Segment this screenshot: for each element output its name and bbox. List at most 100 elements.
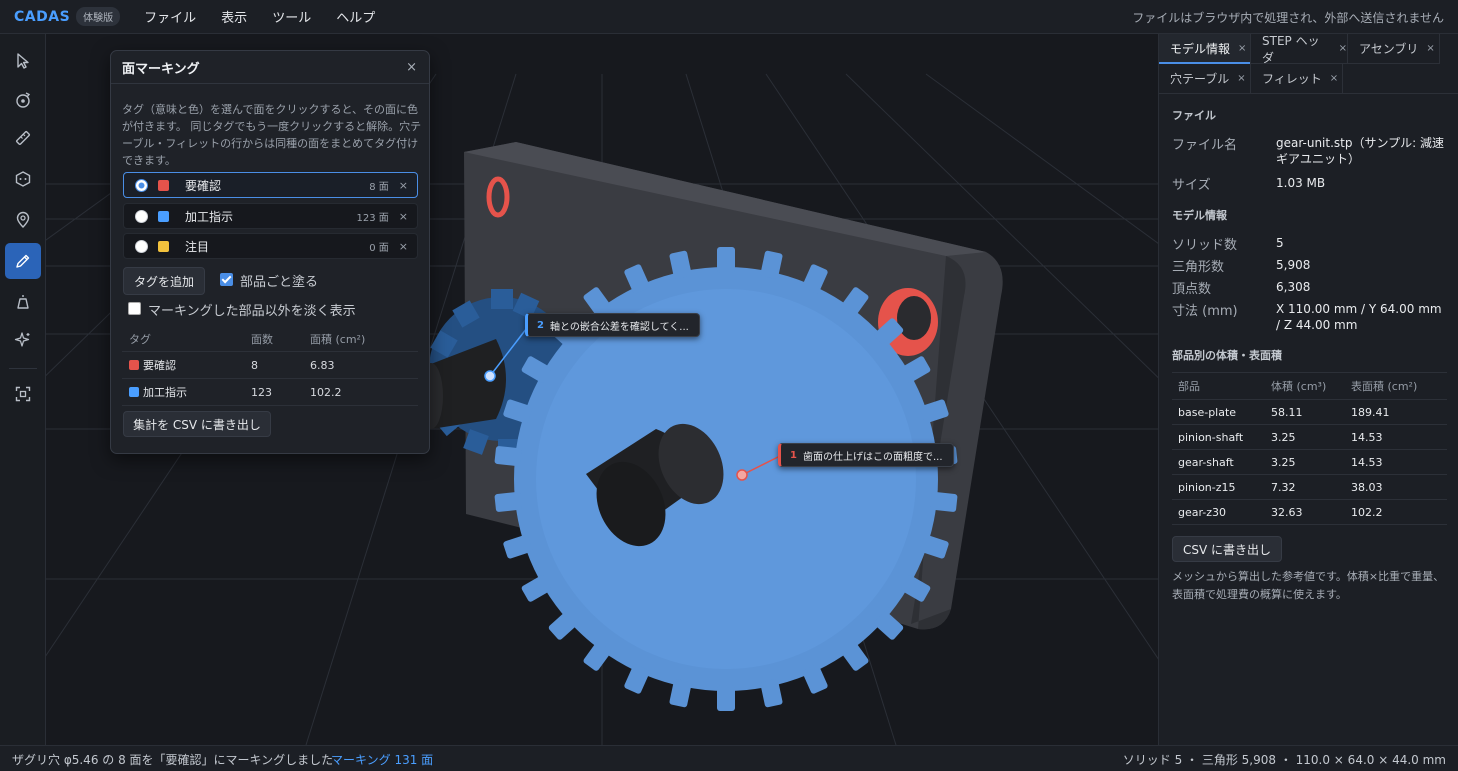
callout-text: 歯面の仕上げはこの面粗度で... (802, 451, 943, 463)
callout-anchor-1 (736, 469, 748, 481)
add-tag-button[interactable]: タグを追加 (123, 267, 205, 295)
draft-icon[interactable] (5, 284, 41, 320)
remove-tag-icon[interactable]: × (399, 179, 408, 192)
row-faces: 8 (251, 358, 258, 372)
tag-radio[interactable] (135, 209, 148, 223)
tag-radio[interactable] (135, 239, 148, 253)
header-part: 部品 (1178, 380, 1200, 393)
part-volume: 3.25 (1271, 455, 1296, 469)
annotation-callout-2[interactable]: 2 軸との嵌合公差を確認してく... (525, 313, 700, 337)
close-tab-icon[interactable]: × (1238, 43, 1246, 54)
select-icon[interactable] (5, 43, 41, 79)
row-tag: 加工指示 (143, 386, 187, 399)
tab-model-info[interactable]: モデル情報 × (1159, 34, 1251, 64)
size-value: 1.03 MB (1276, 176, 1326, 190)
callout-number: 1 (790, 449, 797, 461)
tag-row-attention[interactable]: 注目 0 面 × (123, 233, 418, 259)
menu-view[interactable]: 表示 (221, 7, 264, 26)
gear-tooth (717, 685, 735, 711)
panel-title: 面マーキング (122, 61, 200, 77)
tag-row-needs-review[interactable]: 要確認 8 面 × (123, 172, 418, 198)
part-volume: 7.32 (1271, 480, 1296, 494)
tag-name: 加工指示 (185, 209, 234, 224)
part-area: 14.53 (1351, 455, 1383, 469)
menu-help[interactable]: ヘルプ (336, 7, 392, 26)
app-logo: CADAS (14, 8, 71, 25)
triangles-label: 三角形数 (1172, 260, 1225, 275)
annotation-callout-1[interactable]: 1 歯面の仕上げはこの面粗度で... (778, 443, 954, 467)
model-section-title: モデル情報 (1172, 209, 1227, 222)
csv-export-button[interactable]: CSV に書き出し (1172, 536, 1282, 562)
tag-color-swatch (158, 210, 169, 222)
marking-count-link[interactable]: マーキング 131 面 (331, 751, 433, 768)
menu-bar: CADAS 体験版 ファイル 表示 ツール ヘルプ ファイルはブラウザ内で処理さ… (0, 0, 1458, 34)
part-volume: 58.11 (1271, 405, 1303, 419)
tag-color-swatch (129, 387, 139, 397)
size-label: サイズ (1172, 178, 1211, 193)
export-summary-csv-button[interactable]: 集計を CSV に書き出し (123, 411, 271, 437)
remove-tag-icon[interactable]: × (399, 210, 408, 223)
model-stats: ソリッド 5 ・ 三角形 5,908 ・ 110.0 × 64.0 × 44.0… (1122, 753, 1446, 767)
tag-radio[interactable] (135, 178, 148, 192)
tag-summary-table: タグ 面数 面積 (cm²) 要確認 8 6.83 加工指示 123 102.2 (122, 326, 418, 406)
marker-icon[interactable] (5, 243, 41, 279)
row-faces: 123 (251, 385, 272, 399)
dimensions-value: X 110.00 mm / Y 64.00 mm / Z 44.00 mm (1276, 302, 1442, 332)
tag-row-machining[interactable]: 加工指示 123 面 × (123, 203, 418, 229)
table-row[interactable]: base-plate 58.11 189.41 (1172, 400, 1447, 425)
menu-tools[interactable]: ツール (272, 7, 328, 26)
close-tab-icon[interactable]: × (1237, 73, 1245, 84)
table-row[interactable]: gear-z30 32.63 102.2 (1172, 500, 1447, 525)
tag-name: 注目 (185, 239, 210, 254)
gear-tooth (717, 247, 735, 273)
dimensions-label: 寸法 (mm) (1172, 304, 1238, 319)
trial-badge: 体験版 (76, 7, 121, 26)
tab-hole-table[interactable]: 穴テーブル × (1159, 64, 1251, 94)
gear-tooth (494, 491, 522, 512)
part-name: pinion-shaft (1178, 430, 1244, 444)
ruler-icon[interactable] (5, 120, 41, 156)
pin-icon[interactable] (5, 202, 41, 238)
vertices-label: 頂点数 (1172, 282, 1212, 297)
callout-text: 軸との嵌合公差を確認してく... (549, 321, 689, 333)
table-row[interactable]: pinion-shaft 3.25 14.53 (1172, 425, 1447, 450)
vertices-value: 6,308 (1276, 280, 1311, 294)
file-name-label: ファイル名 (1172, 138, 1238, 153)
part-volume: 3.25 (1271, 430, 1296, 444)
triangles-value: 5,908 (1276, 258, 1311, 272)
menu-file[interactable]: ファイル (144, 7, 213, 26)
paint-by-part-checkbox[interactable] (220, 273, 233, 286)
tab-assembly[interactable]: アセンブリ × (1348, 34, 1440, 64)
part-area: 38.03 (1351, 480, 1383, 494)
fade-others-checkbox[interactable] (128, 302, 141, 315)
row-tag: 要確認 (143, 359, 176, 372)
table-row: 要確認 8 6.83 (122, 352, 418, 379)
solids-label: ソリッド数 (1172, 238, 1238, 253)
solids-value: 5 (1276, 236, 1284, 250)
remove-tag-icon[interactable]: × (399, 240, 408, 253)
fit-view-icon[interactable] (5, 376, 41, 412)
tag-face-count: 8 面 (369, 181, 389, 193)
tab-step-header[interactable]: STEP ヘッダ × (1251, 34, 1348, 65)
section-icon[interactable] (5, 161, 41, 197)
tab-fillet[interactable]: フィレット × (1251, 64, 1343, 94)
table-row[interactable]: pinion-z15 7.32 38.03 (1172, 475, 1447, 500)
sparkle-icon[interactable] (5, 322, 41, 358)
close-tab-icon[interactable]: × (1426, 43, 1434, 54)
file-name-value: gear-unit.stp（サンプル: 減速ギアユニット） (1276, 136, 1444, 166)
part-area: 189.41 (1351, 405, 1390, 419)
close-tab-icon[interactable]: × (1330, 73, 1338, 84)
part-name: gear-shaft (1178, 455, 1234, 469)
tag-face-count: 0 面 (369, 242, 389, 254)
callout-number: 2 (537, 319, 544, 331)
tag-color-swatch (158, 240, 169, 252)
part-area: 102.2 (1351, 505, 1383, 519)
close-icon[interactable]: × (406, 60, 417, 75)
panel-header: 面マーキング (111, 51, 429, 84)
close-tab-icon[interactable]: × (1339, 43, 1347, 54)
table-row[interactable]: gear-shaft 3.25 14.53 (1172, 450, 1447, 475)
orbit-icon[interactable] (5, 82, 41, 118)
parts-table: 部品 体積 (cm³) 表面積 (cm²) base-plate 58.11 1… (1172, 372, 1447, 525)
panel-description: タグ（意味と色）を選んで面をクリックすると、その面に色が付きます。 同じタグでも… (122, 103, 422, 167)
gear-tooth (494, 446, 522, 467)
